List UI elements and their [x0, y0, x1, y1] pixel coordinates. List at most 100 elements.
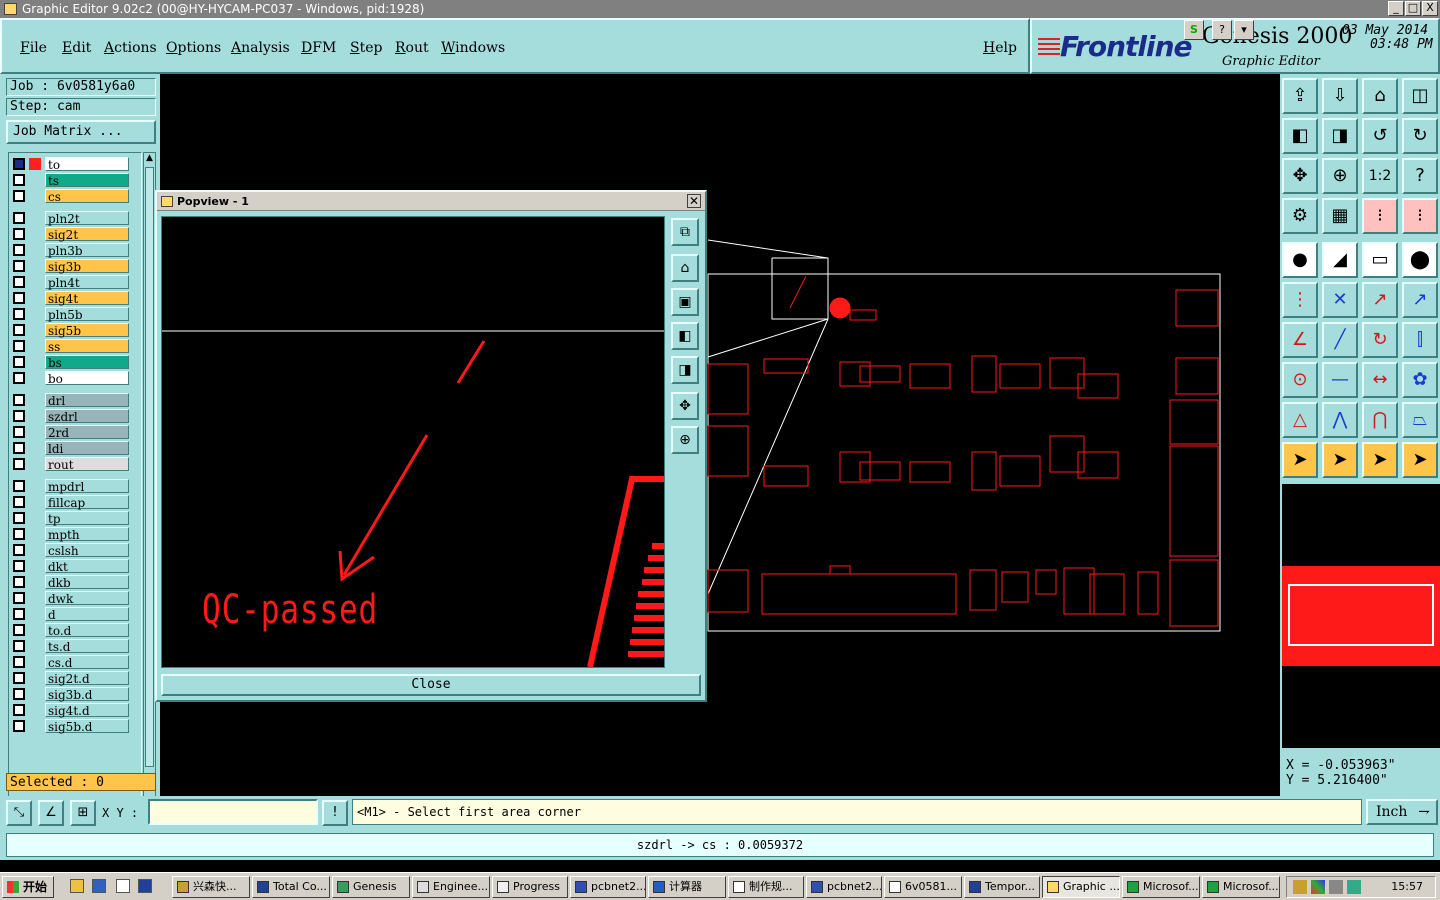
layer-row-fillcap[interactable]: fillcap [11, 495, 141, 510]
measure-icon[interactable]: ⚙ [1282, 198, 1318, 234]
snap-icon[interactable]: ⁝ [1362, 198, 1398, 234]
layer-name[interactable]: sig2t [45, 227, 129, 242]
menu-analysis[interactable]: Analysis [231, 40, 290, 56]
layer-row-cs[interactable]: cs [11, 189, 141, 204]
move-icon[interactable]: ↗ [1362, 282, 1398, 318]
taskbar-button[interactable]: 6v0581... [884, 876, 962, 898]
undo-icon[interactable]: ↺ [1362, 118, 1398, 154]
layer-name[interactable]: sig3b.d [45, 687, 129, 702]
layer-row-szdrl[interactable]: szdrl [11, 409, 141, 424]
layer-checkbox[interactable] [13, 244, 25, 256]
layer-name[interactable]: sig2t.d [45, 671, 129, 686]
layer-name[interactable]: ts.d [45, 639, 129, 654]
zoom-in-icon[interactable]: ▣ [671, 288, 699, 316]
circle-icon[interactable]: ⬤ [1402, 242, 1438, 278]
taskbar-button[interactable]: Enginee... [412, 876, 490, 898]
s-app-icon[interactable]: S [1184, 20, 1204, 40]
horizontal-icon[interactable]: — [1322, 362, 1358, 398]
taskbar-button[interactable]: pcbnet2... [806, 876, 882, 898]
layer-row-sig4t[interactable]: sig4t [11, 291, 141, 306]
menu-dfm[interactable]: DFM [301, 40, 336, 56]
layer-checkbox[interactable] [13, 640, 25, 652]
dimension-icon[interactable]: ↔ [1362, 362, 1398, 398]
layer-name[interactable]: fillcap [45, 495, 129, 510]
layer-name[interactable]: cs [45, 189, 129, 204]
menu-file[interactable]: File [20, 40, 47, 56]
angle-snap-icon[interactable]: ∠ [38, 800, 64, 826]
layer-checkbox[interactable] [13, 458, 25, 470]
scroll-up-icon[interactable]: ▲ [144, 153, 155, 165]
layer-row-cslsh[interactable]: cslsh [11, 543, 141, 558]
ruler-icon[interactable]: ▭ [1362, 242, 1398, 278]
layer-row-sig5b-d[interactable]: sig5b.d [11, 719, 141, 734]
layer-name[interactable]: ss [45, 339, 129, 354]
layer-name[interactable]: to [45, 157, 129, 172]
layer-row-cs-d[interactable]: cs.d [11, 655, 141, 670]
layer-row-2rd[interactable]: 2rd [11, 425, 141, 440]
layer-checkbox[interactable] [13, 688, 25, 700]
layer-name[interactable]: dkt [45, 559, 129, 574]
select-icon[interactable]: ➤ [1282, 442, 1318, 478]
minimize-button[interactable]: _ [1388, 1, 1404, 16]
fit-icon[interactable]: ✥ [671, 392, 699, 420]
taskbar-button[interactable]: Genesis [332, 876, 410, 898]
close-window-button[interactable]: X [1422, 1, 1438, 16]
layer-row-dkb[interactable]: dkb [11, 575, 141, 590]
redo-icon[interactable]: ↻ [1402, 118, 1438, 154]
quicklaunch-save-icon[interactable] [138, 879, 152, 893]
overview-viewport[interactable] [1288, 584, 1434, 646]
layer-name[interactable]: dkb [45, 575, 129, 590]
layer-name[interactable]: sig5b.d [45, 719, 129, 734]
layer-name[interactable]: pln3b [45, 243, 129, 258]
grid-icon[interactable]: ▦ [1322, 198, 1358, 234]
taskbar-button[interactable]: Microsof... [1122, 876, 1200, 898]
angle-icon[interactable]: ∠ [1282, 322, 1318, 358]
layer-name[interactable]: ts [45, 173, 129, 188]
layer-checkbox[interactable] [13, 292, 25, 304]
zoom-window-icon[interactable]: ⧉ [671, 218, 699, 246]
layer-name[interactable]: pln5b [45, 307, 129, 322]
layer-name[interactable]: sig4t [45, 291, 129, 306]
menu-edit[interactable]: Edit [62, 40, 91, 56]
chevron-down-icon[interactable]: ▾ [1234, 20, 1254, 40]
layer-checkbox[interactable] [13, 324, 25, 336]
snap-active-icon[interactable]: ⁝ [1402, 198, 1438, 234]
pad-icon[interactable]: ● [1282, 242, 1318, 278]
help-icon[interactable]: ? [1212, 20, 1232, 40]
layer-name[interactable]: 2rd [45, 425, 129, 440]
quicklaunch-clock-icon[interactable] [70, 879, 84, 893]
layer-row-dwk[interactable]: dwk [11, 591, 141, 606]
layer-name[interactable]: tp [45, 511, 129, 526]
layer-row-bo[interactable]: bo [11, 371, 141, 386]
taskbar-button[interactable]: Progress [492, 876, 568, 898]
stretch-icon[interactable]: ↗ [1402, 282, 1438, 318]
layer-row-sig2t-d[interactable]: sig2t.d [11, 671, 141, 686]
units-select[interactable]: Inch ⇁ [1366, 799, 1438, 825]
pan-left-icon[interactable]: ◧ [671, 322, 699, 350]
layer-checkbox[interactable] [13, 190, 25, 202]
triangle-icon[interactable]: △ [1282, 402, 1318, 438]
layer-row-sig5b[interactable]: sig5b [11, 323, 141, 338]
fit-all-icon[interactable]: ⊕ [671, 426, 699, 454]
tray-tools-icon[interactable] [1293, 880, 1307, 894]
layer-checkbox[interactable] [13, 308, 25, 320]
layer-name[interactable]: bo [45, 371, 129, 386]
diagonal-icon[interactable]: ╱ [1322, 322, 1358, 358]
layer-checkbox[interactable] [13, 426, 25, 438]
menu-rout[interactable]: Rout [395, 40, 429, 56]
popview-window[interactable]: Popview - 1 ✕ QC-passed ⧉ ⌂ ▣ ◧ ◨ ✥ ⊕ Cl… [155, 190, 707, 702]
layer-checkbox[interactable] [13, 276, 25, 288]
layer-checkbox[interactable] [13, 480, 25, 492]
layer-checkbox[interactable] [13, 410, 25, 422]
window-icon[interactable]: ◫ [1402, 78, 1438, 114]
layer-name[interactable]: drl [45, 393, 129, 408]
info-icon[interactable]: ! [322, 800, 348, 826]
taskbar-button[interactable]: 计算器 [648, 876, 726, 898]
fit-all-icon[interactable]: ⊕ [1322, 158, 1358, 194]
maximize-button[interactable]: □ [1405, 1, 1421, 16]
layer-row-to[interactable]: to [11, 157, 141, 172]
layer-row-d[interactable]: d [11, 607, 141, 622]
pan-right-icon[interactable]: ◨ [671, 356, 699, 384]
layer-row-tp[interactable]: tp [11, 511, 141, 526]
layer-checkbox[interactable] [13, 512, 25, 524]
